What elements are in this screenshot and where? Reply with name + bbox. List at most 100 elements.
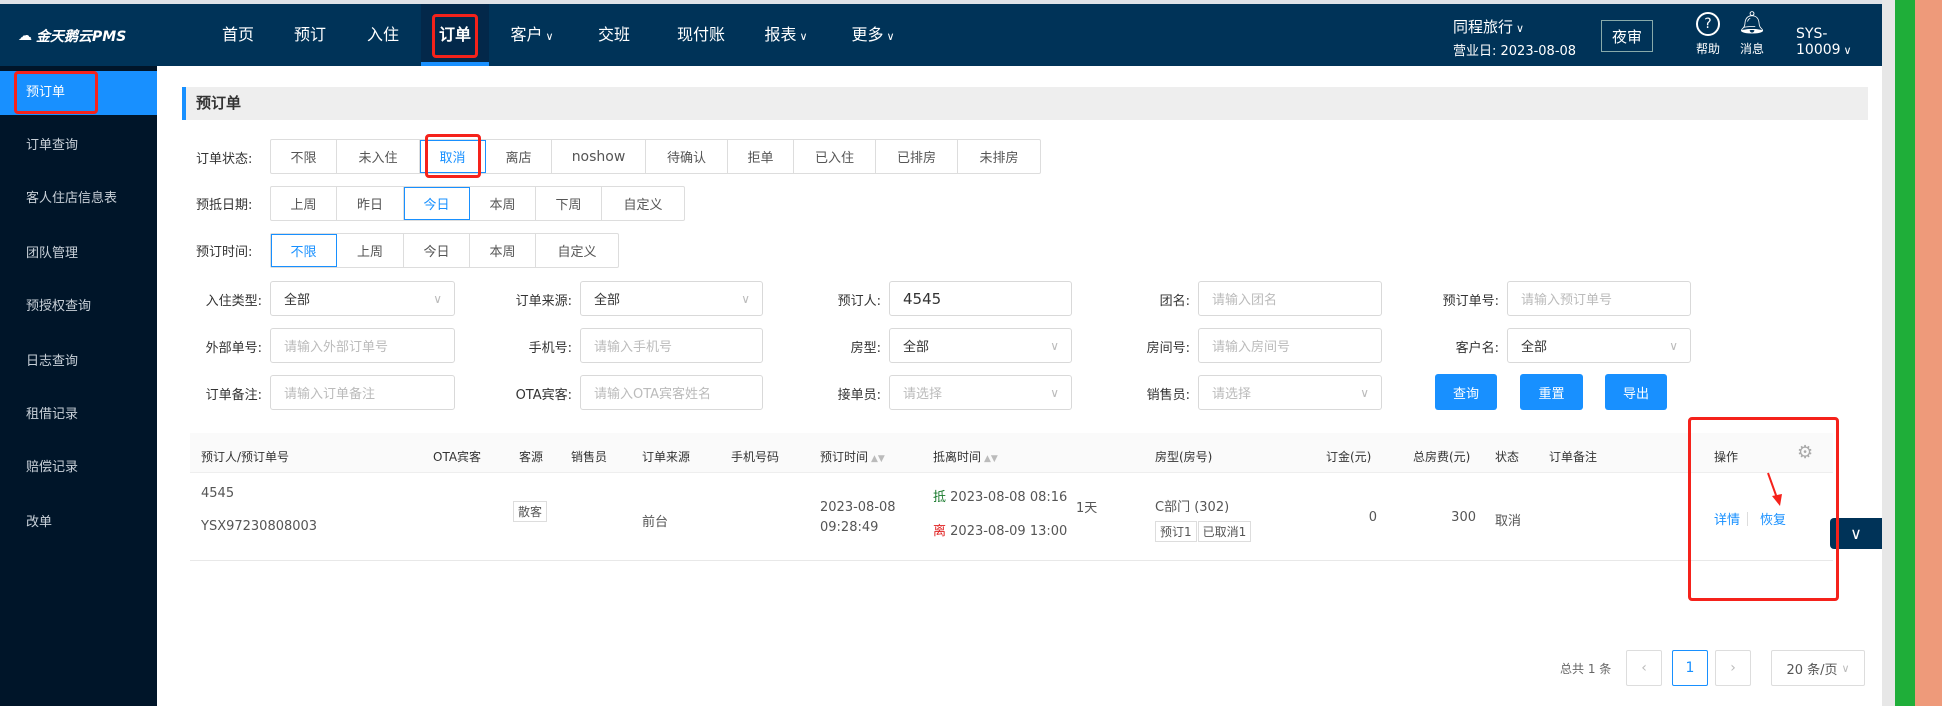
logo[interactable]: ☁ 金天鹅云PMS (18, 26, 126, 46)
salesperson-select[interactable]: 请选择 ∨ (1198, 375, 1382, 410)
field-value: 全部 (594, 293, 621, 308)
chevron-right-icon: › (1730, 660, 1736, 676)
room-type-label: 房型: (850, 341, 881, 356)
nav-booking[interactable]: 预订 (294, 4, 326, 66)
cell-channel: 前台 (642, 515, 669, 530)
user-menu[interactable]: SYS-10009 ∨ (1796, 26, 1882, 58)
chevron-left-icon: ‹ (1641, 660, 1647, 676)
status-option[interactable]: 不限 (271, 140, 337, 173)
arrival-option[interactable]: 本周 (470, 187, 536, 220)
page-title: 预订单 (182, 87, 1868, 120)
sidebar-item-groups[interactable]: 团队管理 (0, 232, 157, 276)
page-1-button[interactable]: 1 (1672, 650, 1708, 686)
arrival-option[interactable]: 昨日 (337, 187, 404, 220)
nav-cash-account[interactable]: 现付账 (677, 4, 725, 66)
arrive-time: 2023-08-08 08:16 (950, 490, 1068, 505)
chevron-down-icon: ∨ (1050, 338, 1059, 353)
col-stay-time[interactable]: 抵离时间 ▲▼ (933, 448, 998, 465)
sort-icon[interactable]: ▲▼ (871, 454, 885, 464)
booker-input[interactable]: 4545 (889, 281, 1072, 316)
remark-input[interactable]: 请输入订单备注 (270, 375, 455, 410)
field-value: 全部 (903, 340, 930, 355)
checkin-type-select[interactable]: 全部 ∨ (270, 281, 455, 316)
reservation-no-input[interactable]: 请输入预订单号 (1507, 281, 1691, 316)
cell-total: 300 (1451, 510, 1476, 525)
business-day: 营业日: 2023-08-08 (1453, 44, 1577, 59)
customer-name-select[interactable]: 全部 ∨ (1507, 328, 1691, 363)
phone-input[interactable]: 请输入手机号 (580, 328, 763, 363)
ota-guest-input[interactable]: 请输入OTA宾客姓名 (580, 375, 763, 410)
status-option[interactable]: 未排房 (958, 140, 1040, 173)
booking-time-option[interactable]: 上周 (337, 234, 404, 267)
status-option[interactable]: 未入住 (337, 140, 420, 173)
chevron-down-icon: ∨ (1843, 44, 1852, 57)
booking-time-option-selected[interactable]: 不限 (271, 234, 337, 267)
room-tags: 预订1 已取消1 (1155, 521, 1252, 542)
bell-icon: 🔔︎ (1738, 11, 1766, 36)
nav-label: 报表 (764, 25, 797, 44)
export-button[interactable]: 导出 (1605, 374, 1667, 410)
arrival-option[interactable]: 自定义 (602, 187, 684, 220)
page-size-select[interactable]: 20 条/页 ∨ (1771, 650, 1865, 686)
nav-customers[interactable]: 客户 ∨ (510, 4, 553, 66)
reset-button[interactable]: 重置 (1520, 374, 1583, 410)
col-source: 客源 (519, 450, 544, 464)
nav-home[interactable]: 首页 (222, 4, 254, 66)
hotel-name: 同程旅行 (1453, 18, 1514, 36)
help-button[interactable]: ? 帮助 (1692, 12, 1724, 57)
messages-button[interactable]: 🔔︎ 消息 (1736, 10, 1768, 57)
room-no-input[interactable]: 请输入房间号 (1198, 328, 1382, 363)
depart-time: 2023-08-09 13:00 (950, 524, 1068, 539)
field-value: 全部 (284, 293, 311, 308)
annotation-box-orders-nav (432, 14, 478, 58)
nav-more[interactable]: 更多 ∨ (851, 4, 894, 66)
col-phone: 手机号码 (731, 450, 780, 464)
sidebar-item-order-query[interactable]: 订单查询 (0, 124, 157, 168)
col-status: 状态 (1495, 450, 1520, 464)
arrival-option[interactable]: 上周 (271, 187, 337, 220)
receiver-select[interactable]: 请选择 ∨ (889, 375, 1072, 410)
nav-shift[interactable]: 交班 (598, 4, 630, 66)
arrival-option-selected[interactable]: 今日 (404, 187, 470, 220)
sort-icon[interactable]: ▲▼ (984, 454, 998, 464)
ota-guest-label: OTA宾客: (515, 388, 572, 403)
group-name-input[interactable]: 请输入团名 (1198, 281, 1382, 316)
nav-checkin[interactable]: 入住 (367, 4, 399, 66)
sidebar-item-compensation[interactable]: 赔偿记录 (0, 446, 157, 490)
nav-reports[interactable]: 报表 ∨ (764, 4, 807, 66)
next-page-button[interactable]: › (1715, 650, 1751, 686)
booking-time-label: 预订时间: (196, 245, 253, 260)
chevron-down-icon: ∨ (1850, 524, 1862, 543)
page-size-value: 20 条/页 (1786, 662, 1838, 678)
room-type-select[interactable]: 全部 ∨ (889, 328, 1072, 363)
hotel-selector[interactable]: 同程旅行 ∨ (1453, 16, 1524, 37)
cell-order-no[interactable]: YSX97230808003 (201, 519, 317, 534)
booking-time-option[interactable]: 自定义 (536, 234, 618, 267)
status-option[interactable]: 离店 (486, 140, 552, 173)
status-option[interactable]: 已入住 (794, 140, 876, 173)
help-icon: ? (1696, 12, 1720, 36)
status-option[interactable]: 拒单 (728, 140, 794, 173)
sidebar-item-logs[interactable]: 日志查询 (0, 340, 157, 384)
booking-time-option[interactable]: 本周 (470, 234, 536, 267)
sidebar-item-guest-info[interactable]: 客人住店信息表 (0, 177, 157, 221)
night-audit-button[interactable]: 夜审 (1601, 20, 1653, 52)
status-option[interactable]: 待确认 (646, 140, 728, 173)
booking-time-option[interactable]: 今日 (404, 234, 470, 267)
status-option[interactable]: noshow (552, 140, 646, 173)
annotation-box-cancel-filter (425, 134, 481, 178)
external-no-input[interactable]: 请输入外部订单号 (270, 328, 455, 363)
arrival-option[interactable]: 下周 (536, 187, 602, 220)
order-source-select[interactable]: 全部 ∨ (580, 281, 763, 316)
sidebar-item-rentals[interactable]: 租借记录 (0, 393, 157, 437)
search-button[interactable]: 查询 (1435, 374, 1497, 410)
sidebar-item-modify-order[interactable]: 改单 (0, 501, 157, 545)
chevron-down-icon: ∨ (545, 30, 554, 43)
col-booking-time[interactable]: 预订时间 ▲▼ (820, 448, 885, 465)
cell-arrival: 抵 2023-08-08 08:16 (933, 486, 1067, 505)
status-option[interactable]: 已排房 (876, 140, 958, 173)
prev-page-button[interactable]: ‹ (1626, 650, 1662, 686)
field-value: 4545 (903, 289, 942, 308)
sidebar-item-preauth[interactable]: 预授权查询 (0, 285, 157, 329)
cell-booking-clock: 09:28:49 (820, 520, 879, 535)
